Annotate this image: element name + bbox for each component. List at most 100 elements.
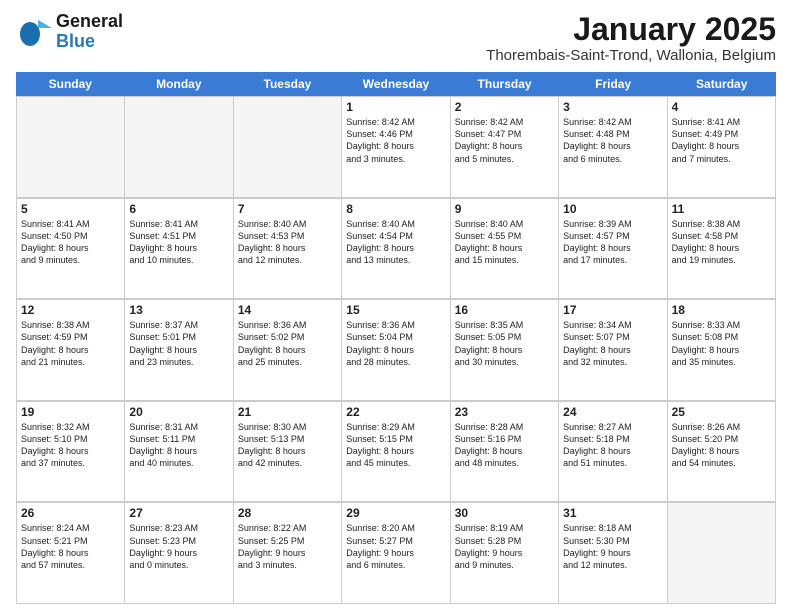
logo-text-general: General: [56, 11, 123, 31]
calendar-cell-r2-c5: 9 Sunrise: 8:40 AM Sunset: 4:55 PM Daylig…: [451, 199, 559, 300]
page: General Blue January 2025 Thorembais-Sai…: [0, 0, 792, 612]
header-saturday: Saturday: [667, 72, 776, 96]
calendar-cell-r2-c6: 10Sunrise: 8:39 AM Sunset: 4:57 PM Dayli…: [559, 199, 667, 300]
day-info: Sunrise: 8:38 AM Sunset: 4:58 PM Dayligh…: [672, 218, 771, 267]
day-number: 21: [238, 405, 337, 419]
title-block: January 2025 Thorembais-Saint-Trond, Wal…: [486, 12, 776, 64]
day-number: 12: [21, 303, 120, 317]
day-number: 24: [563, 405, 662, 419]
day-info: Sunrise: 8:42 AM Sunset: 4:47 PM Dayligh…: [455, 116, 554, 165]
calendar-cell-r1-c2: [125, 97, 233, 198]
day-info: Sunrise: 8:30 AM Sunset: 5:13 PM Dayligh…: [238, 421, 337, 470]
calendar-cell-r2-c1: 5 Sunrise: 8:41 AM Sunset: 4:50 PM Daylig…: [17, 199, 125, 300]
day-info: Sunrise: 8:31 AM Sunset: 5:11 PM Dayligh…: [129, 421, 228, 470]
day-info: Sunrise: 8:40 AM Sunset: 4:55 PM Dayligh…: [455, 218, 554, 267]
day-number: 3: [563, 100, 662, 114]
day-number: 2: [455, 100, 554, 114]
day-number: 26: [21, 506, 120, 520]
calendar-row-4: 19 Sunrise: 8:32 AM Sunset: 5:10 PM Dayli…: [16, 401, 776, 503]
day-number: 23: [455, 405, 554, 419]
day-number: 25: [672, 405, 771, 419]
day-number: 19: [21, 405, 120, 419]
header-tuesday: Tuesday: [233, 72, 342, 96]
calendar-cell-r5-c6: 31Sunrise: 8:18 AM Sunset: 5:30 PM Dayli…: [559, 503, 667, 604]
day-number: 17: [563, 303, 662, 317]
day-number: 22: [346, 405, 445, 419]
day-number: 29: [346, 506, 445, 520]
day-number: 30: [455, 506, 554, 520]
day-info: Sunrise: 8:32 AM Sunset: 5:10 PM Dayligh…: [21, 421, 120, 470]
calendar-cell-r4-c6: 24 Sunrise: 8:27 AM Sunset: 5:18 PM Dayli…: [559, 402, 667, 503]
day-info: Sunrise: 8:39 AM Sunset: 4:57 PM Dayligh…: [563, 218, 662, 267]
calendar-header: Sunday Monday Tuesday Wednesday Thursday…: [16, 72, 776, 96]
calendar-cell-r4-c7: 25 Sunrise: 8:26 AM Sunset: 5:20 PM Dayli…: [668, 402, 776, 503]
day-number: 4: [672, 100, 771, 114]
day-number: 8: [346, 202, 445, 216]
day-info: Sunrise: 8:41 AM Sunset: 4:50 PM Dayligh…: [21, 218, 120, 267]
day-number: 1: [346, 100, 445, 114]
day-info: Sunrise: 8:35 AM Sunset: 5:05 PM Dayligh…: [455, 319, 554, 368]
calendar-cell-r1-c1: [17, 97, 125, 198]
day-info: Sunrise: 8:37 AM Sunset: 5:01 PM Dayligh…: [129, 319, 228, 368]
day-number: 9: [455, 202, 554, 216]
day-number: 15: [346, 303, 445, 317]
calendar-cell-r5-c4: 29Sunrise: 8:20 AM Sunset: 5:27 PM Dayli…: [342, 503, 450, 604]
calendar-cell-r2-c2: 6Sunrise: 8:41 AM Sunset: 4:51 PM Daylig…: [125, 199, 233, 300]
header-thursday: Thursday: [450, 72, 559, 96]
day-info: Sunrise: 8:19 AM Sunset: 5:28 PM Dayligh…: [455, 522, 554, 571]
day-number: 20: [129, 405, 228, 419]
day-info: Sunrise: 8:36 AM Sunset: 5:02 PM Dayligh…: [238, 319, 337, 368]
day-number: 14: [238, 303, 337, 317]
header: General Blue January 2025 Thorembais-Sai…: [16, 12, 776, 64]
calendar-cell-r3-c6: 17 Sunrise: 8:34 AM Sunset: 5:07 PM Dayli…: [559, 300, 667, 401]
day-info: Sunrise: 8:24 AM Sunset: 5:21 PM Dayligh…: [21, 522, 120, 571]
logo: General Blue: [16, 12, 123, 52]
day-info: Sunrise: 8:41 AM Sunset: 4:51 PM Dayligh…: [129, 218, 228, 267]
calendar-cell-r2-c4: 8 Sunrise: 8:40 AM Sunset: 4:54 PM Daylig…: [342, 199, 450, 300]
calendar-cell-r5-c1: 26 Sunrise: 8:24 AM Sunset: 5:21 PM Dayli…: [17, 503, 125, 604]
day-info: Sunrise: 8:18 AM Sunset: 5:30 PM Dayligh…: [563, 522, 662, 571]
calendar-row-1: 1 Sunrise: 8:42 AM Sunset: 4:46 PM Daylig…: [16, 96, 776, 198]
day-info: Sunrise: 8:40 AM Sunset: 4:54 PM Dayligh…: [346, 218, 445, 267]
calendar-body: 1 Sunrise: 8:42 AM Sunset: 4:46 PM Daylig…: [16, 96, 776, 604]
calendar-cell-r1-c7: 4 Sunrise: 8:41 AM Sunset: 4:49 PM Daylig…: [668, 97, 776, 198]
calendar-cell-r2-c7: 11Sunrise: 8:38 AM Sunset: 4:58 PM Dayli…: [668, 199, 776, 300]
day-number: 7: [238, 202, 337, 216]
day-info: Sunrise: 8:33 AM Sunset: 5:08 PM Dayligh…: [672, 319, 771, 368]
calendar-row-2: 5 Sunrise: 8:41 AM Sunset: 4:50 PM Daylig…: [16, 198, 776, 300]
day-info: Sunrise: 8:34 AM Sunset: 5:07 PM Dayligh…: [563, 319, 662, 368]
day-info: Sunrise: 8:26 AM Sunset: 5:20 PM Dayligh…: [672, 421, 771, 470]
calendar-cell-r3-c5: 16 Sunrise: 8:35 AM Sunset: 5:05 PM Dayli…: [451, 300, 559, 401]
calendar-cell-r5-c5: 30 Sunrise: 8:19 AM Sunset: 5:28 PM Dayli…: [451, 503, 559, 604]
calendar-cell-r5-c7: [668, 503, 776, 604]
page-title: January 2025: [486, 12, 776, 47]
calendar-cell-r1-c4: 1 Sunrise: 8:42 AM Sunset: 4:46 PM Daylig…: [342, 97, 450, 198]
day-info: Sunrise: 8:27 AM Sunset: 5:18 PM Dayligh…: [563, 421, 662, 470]
header-friday: Friday: [559, 72, 668, 96]
day-info: Sunrise: 8:42 AM Sunset: 4:46 PM Dayligh…: [346, 116, 445, 165]
day-number: 5: [21, 202, 120, 216]
page-subtitle: Thorembais-Saint-Trond, Wallonia, Belgiu…: [486, 47, 776, 64]
calendar-cell-r4-c4: 22 Sunrise: 8:29 AM Sunset: 5:15 PM Dayli…: [342, 402, 450, 503]
calendar-cell-r2-c3: 7Sunrise: 8:40 AM Sunset: 4:53 PM Daylig…: [234, 199, 342, 300]
calendar-cell-r5-c2: 27Sunrise: 8:23 AM Sunset: 5:23 PM Dayli…: [125, 503, 233, 604]
day-info: Sunrise: 8:29 AM Sunset: 5:15 PM Dayligh…: [346, 421, 445, 470]
calendar-cell-r4-c5: 23 Sunrise: 8:28 AM Sunset: 5:16 PM Dayli…: [451, 402, 559, 503]
calendar-cell-r1-c5: 2 Sunrise: 8:42 AM Sunset: 4:47 PM Daylig…: [451, 97, 559, 198]
calendar-cell-r5-c3: 28Sunrise: 8:22 AM Sunset: 5:25 PM Dayli…: [234, 503, 342, 604]
logo-icon: [16, 14, 52, 50]
calendar-row-5: 26 Sunrise: 8:24 AM Sunset: 5:21 PM Dayli…: [16, 502, 776, 604]
calendar-cell-r1-c6: 3Sunrise: 8:42 AM Sunset: 4:48 PM Daylig…: [559, 97, 667, 198]
day-info: Sunrise: 8:36 AM Sunset: 5:04 PM Dayligh…: [346, 319, 445, 368]
calendar-cell-r3-c7: 18 Sunrise: 8:33 AM Sunset: 5:08 PM Dayli…: [668, 300, 776, 401]
day-number: 18: [672, 303, 771, 317]
day-info: Sunrise: 8:41 AM Sunset: 4:49 PM Dayligh…: [672, 116, 771, 165]
calendar-cell-r3-c4: 15 Sunrise: 8:36 AM Sunset: 5:04 PM Dayli…: [342, 300, 450, 401]
day-info: Sunrise: 8:28 AM Sunset: 5:16 PM Dayligh…: [455, 421, 554, 470]
day-info: Sunrise: 8:22 AM Sunset: 5:25 PM Dayligh…: [238, 522, 337, 571]
calendar-row-3: 12Sunrise: 8:38 AM Sunset: 4:59 PM Dayli…: [16, 299, 776, 401]
day-number: 16: [455, 303, 554, 317]
calendar-cell-r1-c3: [234, 97, 342, 198]
calendar: Sunday Monday Tuesday Wednesday Thursday…: [16, 72, 776, 604]
header-wednesday: Wednesday: [342, 72, 451, 96]
